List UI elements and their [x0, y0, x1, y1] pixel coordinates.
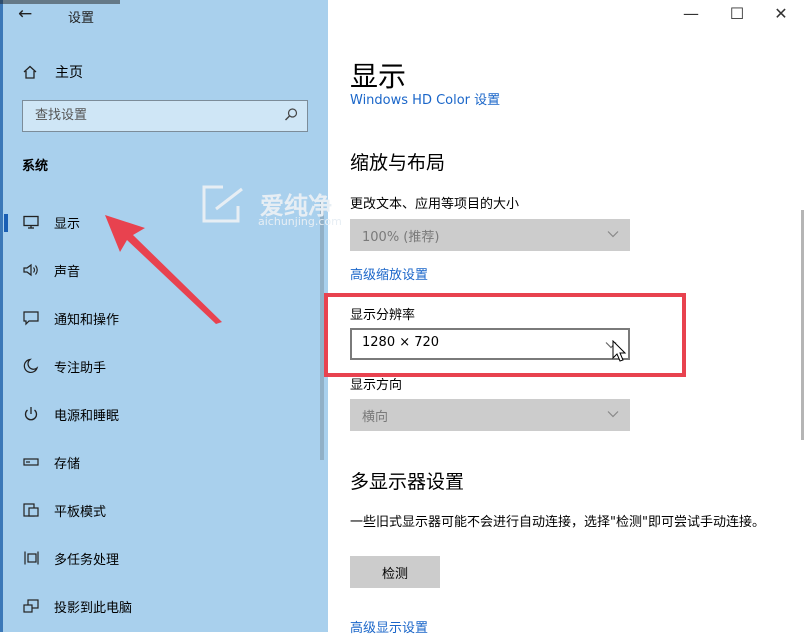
watermark-url: aichunjing.com	[258, 215, 342, 228]
speaker-icon	[23, 263, 38, 277]
sidebar-item-focus-assist[interactable]: 专注助手	[0, 348, 320, 384]
search-box[interactable]	[22, 100, 308, 132]
advanced-scaling-link[interactable]: 高级缩放设置	[350, 264, 428, 283]
sidebar-item-power-sleep[interactable]: 电源和睡眠	[0, 396, 320, 432]
mouse-cursor-icon	[612, 340, 627, 362]
detect-button[interactable]: 检测	[350, 556, 440, 588]
scale-value: 100% (推荐)	[362, 230, 440, 245]
tablet-icon	[23, 503, 39, 517]
hd-color-link[interactable]: Windows HD Color 设置	[350, 89, 500, 108]
chevron-down-icon	[607, 231, 619, 238]
scale-dropdown[interactable]: 100% (推荐)	[350, 219, 630, 251]
storage-icon	[23, 458, 39, 466]
back-button[interactable]: ←	[18, 4, 32, 24]
orientation-value: 横向	[362, 410, 389, 425]
sidebar-item-label: 显示	[54, 217, 81, 232]
chevron-down-icon	[607, 411, 619, 418]
highlight-box	[324, 293, 686, 377]
multitask-icon	[24, 551, 39, 565]
app-title: 设置	[68, 11, 95, 26]
scale-layout-heading: 缩放与布局	[350, 152, 446, 174]
sidebar-item-project-to-pc[interactable]: 投影到此电脑	[0, 588, 320, 624]
sidebar-item-label: 声音	[54, 265, 81, 280]
power-icon	[24, 407, 38, 421]
sidebar-item-label: 平板模式	[54, 505, 107, 520]
advanced-display-link[interactable]: 高级显示设置	[350, 617, 428, 636]
maximize-button[interactable]: ☐	[717, 4, 757, 23]
search-icon[interactable]	[283, 107, 299, 123]
multi-display-description: 一些旧式显示器可能不会进行自动连接，选择"检测"即可尝试手动连接。	[350, 515, 765, 530]
home-icon	[23, 65, 37, 79]
red-arrow-icon	[105, 215, 222, 324]
project-icon	[23, 599, 39, 613]
sidebar-item-label: 投影到此电脑	[54, 601, 133, 616]
sidebar-item-storage[interactable]: 存储	[0, 444, 320, 480]
monitor-icon	[23, 215, 39, 229]
orientation-dropdown[interactable]: 横向	[350, 399, 630, 431]
sidebar-item-label: 多任务处理	[54, 553, 120, 568]
watermark-logo	[202, 185, 243, 223]
sidebar-item-multitasking[interactable]: 多任务处理	[0, 540, 320, 576]
sidebar-item-label: 专注助手	[54, 361, 107, 376]
sidebar-item-label: 电源和睡眠	[54, 409, 120, 424]
multi-display-heading: 多显示器设置	[350, 471, 465, 493]
search-input[interactable]	[33, 107, 277, 124]
section-title: 系统	[22, 159, 49, 174]
minimize-button[interactable]: —	[671, 4, 711, 23]
scale-label: 更改文本、应用等项目的大小	[350, 197, 520, 212]
sidebar-item-home[interactable]: 主页	[22, 62, 83, 82]
main-scrollbar[interactable]	[801, 210, 804, 440]
sidebar-item-tablet-mode[interactable]: 平板模式	[0, 492, 320, 528]
active-indicator	[4, 214, 8, 232]
sidebar-item-label: 存储	[54, 457, 81, 472]
notification-icon	[23, 311, 39, 326]
close-button[interactable]: ✕	[761, 4, 801, 23]
sidebar-item-label: 主页	[55, 65, 83, 81]
moon-icon	[23, 358, 39, 374]
